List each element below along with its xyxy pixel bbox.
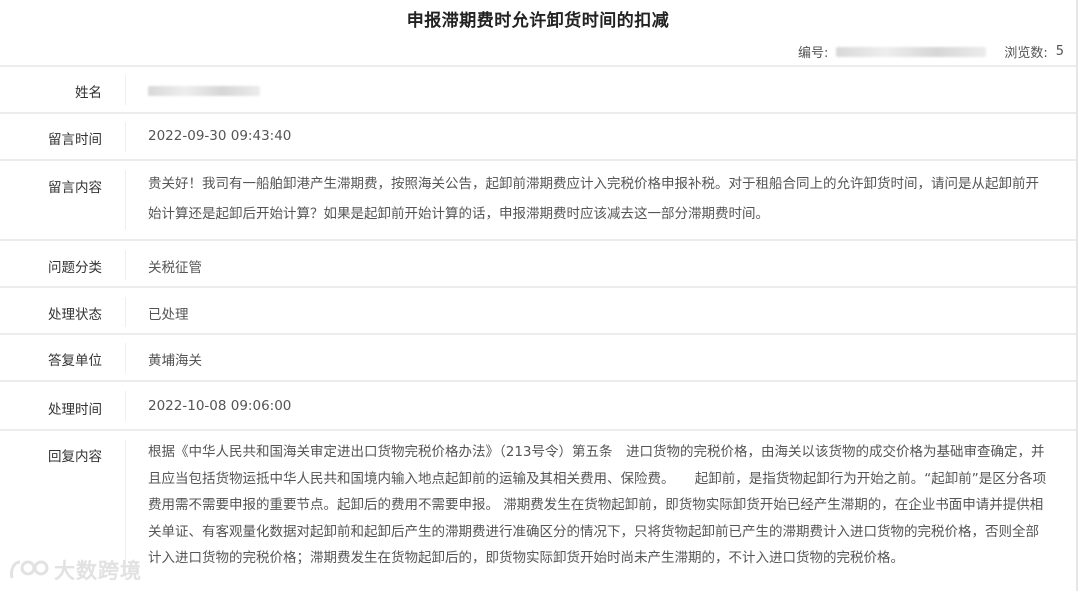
- divider: [0, 380, 1076, 382]
- column-divider: [125, 297, 126, 327]
- column-divider: [125, 343, 126, 373]
- column-divider: [125, 122, 126, 152]
- field-value: 贵关好！我司有一船舶卸港产生滞期费，按照海关公告，起卸前滞期费应计入完税价格申报…: [148, 176, 1039, 222]
- divider: [0, 333, 1076, 335]
- column-divider: [125, 170, 126, 230]
- id-label: 编号:: [797, 46, 829, 61]
- views-label: 浏览数:: [1004, 46, 1048, 61]
- watermark: 大数跨境: [8, 555, 142, 585]
- field-label: 留言内容: [48, 180, 102, 196]
- divider: [0, 286, 1076, 288]
- views-count: 5: [1055, 44, 1064, 59]
- field-value: 已处理: [148, 307, 189, 323]
- field-value: 2022-10-08 09:06:00: [148, 398, 292, 414]
- divider: [0, 65, 1076, 67]
- watermark-logo-icon: [10, 560, 49, 579]
- name-value-redacted: [148, 84, 1048, 100]
- divider: [0, 112, 1076, 114]
- field-value: 关税征管: [148, 260, 202, 276]
- field-label: 处理时间: [48, 402, 102, 418]
- column-divider: [125, 75, 126, 105]
- page-title: 申报滞期费时允许卸货时间的扣减: [406, 11, 670, 31]
- divider: [0, 239, 1076, 241]
- field-value: 根据《中华人民共和国海关审定进出口货物完税价格办法》（213号令）第五条 进口货…: [148, 444, 1047, 566]
- column-divider: [125, 250, 126, 280]
- divider: [0, 159, 1076, 161]
- redacted-name: [148, 86, 260, 96]
- divider: [0, 429, 1076, 431]
- column-divider: [125, 391, 126, 421]
- field-value: 2022-09-30 09:43:40: [148, 128, 292, 144]
- id-value-redacted: [836, 46, 987, 57]
- field-label: 留言时间: [48, 132, 102, 148]
- field-label: 处理状态: [48, 307, 102, 323]
- field-label: 回复内容: [48, 449, 102, 465]
- field-label: 姓名: [75, 85, 102, 101]
- field-value: 黄埔海关: [148, 353, 202, 369]
- watermark-text: 大数跨境: [54, 559, 142, 583]
- message-detail-page: 申报滞期费时允许卸货时间的扣减 编号: 浏览数: 5 姓名 留言时间 2022-…: [0, 0, 1078, 591]
- meta-info: 编号: 浏览数: 5: [798, 42, 1064, 61]
- field-label: 答复单位: [48, 353, 102, 369]
- field-label: 问题分类: [48, 260, 102, 276]
